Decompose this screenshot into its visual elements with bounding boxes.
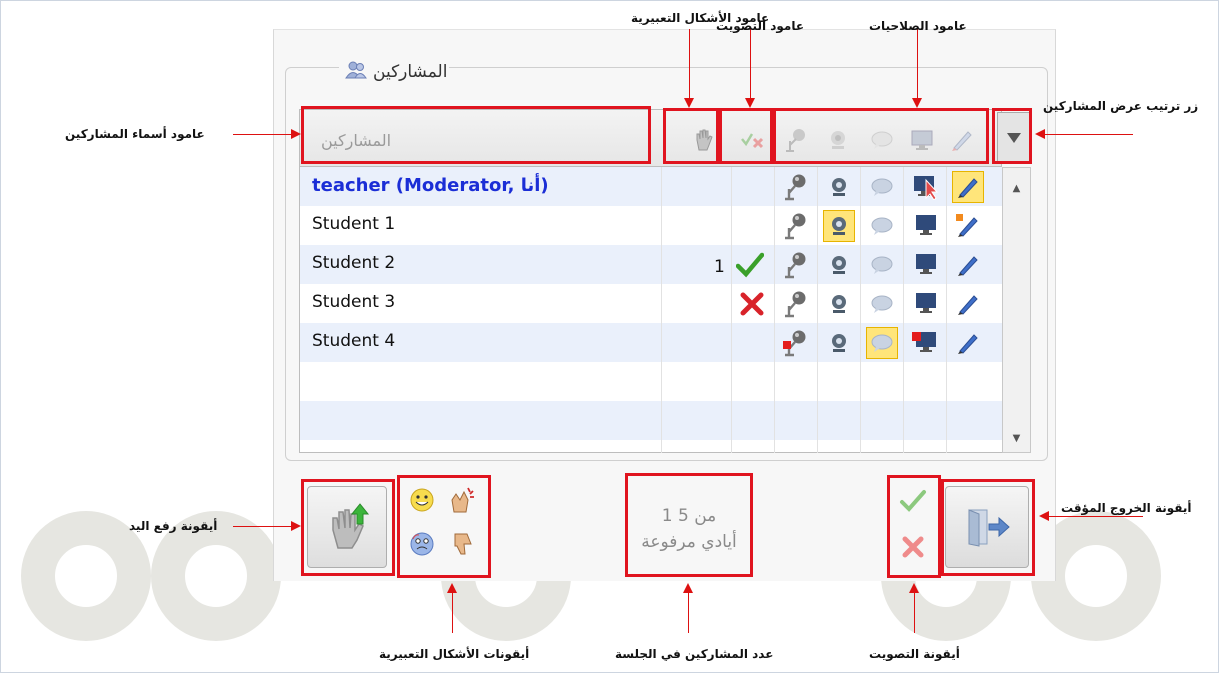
arrow-head [1035,129,1045,139]
column-divider [946,167,947,453]
whiteboard-pen-icon[interactable] [952,288,984,320]
column-divider [661,167,662,453]
arrow-head [683,583,693,593]
participant-name[interactable]: Student 3 [312,292,395,312]
arrow-head [745,98,755,108]
table-scrollbar[interactable]: ▲ ▼ [1002,167,1031,453]
webcam-icon[interactable] [823,327,855,359]
scroll-up-icon[interactable]: ▲ [1003,178,1030,198]
screen-share-icon[interactable] [909,249,941,281]
column-divider [731,167,732,453]
microphone-icon[interactable] [780,249,812,281]
label-exit: أيقونة الخروج المؤقت [1061,501,1192,515]
webcam-icon[interactable] [823,210,855,242]
highlight-sort-button [992,108,1032,164]
vote-count: 1 [714,257,725,277]
participant-name[interactable]: Student 1 [312,214,395,234]
highlight-count [625,473,753,577]
screen-share-icon[interactable] [909,288,941,320]
label-emoticon-icons: أيقونات الأشكال التعبيرية [379,647,530,661]
arrow-line [1043,134,1133,135]
participant-name[interactable]: Student 4 [312,331,395,351]
highlight-vote-column [719,108,773,164]
column-divider [860,167,861,453]
label-vote-column: عامود التصويت [716,19,805,33]
participant-name[interactable]: teacher (Moderator, أنا) [312,175,549,196]
arrow-line [917,29,918,104]
vote-no-icon [736,288,768,320]
microphone-icon[interactable] [780,327,812,359]
vote-yes-icon [734,249,766,281]
label-permissions-column: عامود الصلاحيات [869,19,967,33]
microphone-icon[interactable] [780,171,812,203]
arrow-line [452,593,453,633]
label-sort-button: زر ترتيب عرض المشاركين [1043,99,1199,113]
whiteboard-pen-icon[interactable] [952,171,984,203]
arrow-head [291,521,301,531]
label-names-column: عامود أسماء المشاركين [65,127,205,141]
arrow-head [684,98,694,108]
label-participant-count: عدد المشاركين في الجلسة [615,647,774,661]
whiteboard-pen-icon[interactable] [952,210,984,242]
table-row-empty [300,362,1002,401]
panel-title-text: المشاركين [373,62,448,82]
highlight-exit [941,479,1035,576]
chat-icon[interactable] [866,327,898,359]
arrow-head [912,98,922,108]
microphone-icon[interactable] [780,288,812,320]
scroll-down-icon[interactable]: ▼ [1003,428,1030,448]
chat-icon[interactable] [866,249,898,281]
highlight-emoticons [397,475,491,578]
label-raise-hand: أيقونة رفع اليد [129,519,218,533]
highlight-raise-hand [301,479,395,576]
chat-icon[interactable] [866,171,898,203]
arrow-line [688,593,689,633]
arrow-line [1047,516,1143,517]
participants-icon [345,61,367,83]
screen-share-icon[interactable] [909,327,941,359]
participant-name[interactable]: Student 2 [312,253,395,273]
column-divider [817,167,818,453]
arrow-line [689,29,690,104]
arrow-head [909,583,919,593]
table-row-empty [300,401,1002,440]
arrow-head [1039,511,1049,521]
chat-icon[interactable] [866,288,898,320]
highlight-names-column [301,106,651,164]
arrow-line [750,29,751,104]
highlight-permissions-column [773,108,989,164]
whiteboard-pen-icon[interactable] [952,327,984,359]
webcam-icon[interactable] [823,171,855,203]
page: المشاركين المشاركين teacher (Moderator, … [0,0,1219,673]
arrow-line [914,593,915,633]
arrow-head [447,583,457,593]
screen-share-icon[interactable] [909,210,941,242]
column-divider [774,167,775,453]
arrow-line [233,526,293,527]
highlight-emoticon-column [663,108,719,164]
panel-title: المشاركين [339,57,449,87]
microphone-icon[interactable] [780,210,812,242]
arrow-head [291,129,301,139]
arrow-line [233,134,293,135]
highlight-vote-buttons [887,475,941,578]
whiteboard-pen-icon[interactable] [952,249,984,281]
chat-icon[interactable] [866,210,898,242]
label-voting-icons: أيقونة التصويت [869,647,960,661]
webcam-icon[interactable] [823,288,855,320]
webcam-icon[interactable] [823,249,855,281]
screen-share-icon[interactable] [909,171,941,203]
column-divider [903,167,904,453]
